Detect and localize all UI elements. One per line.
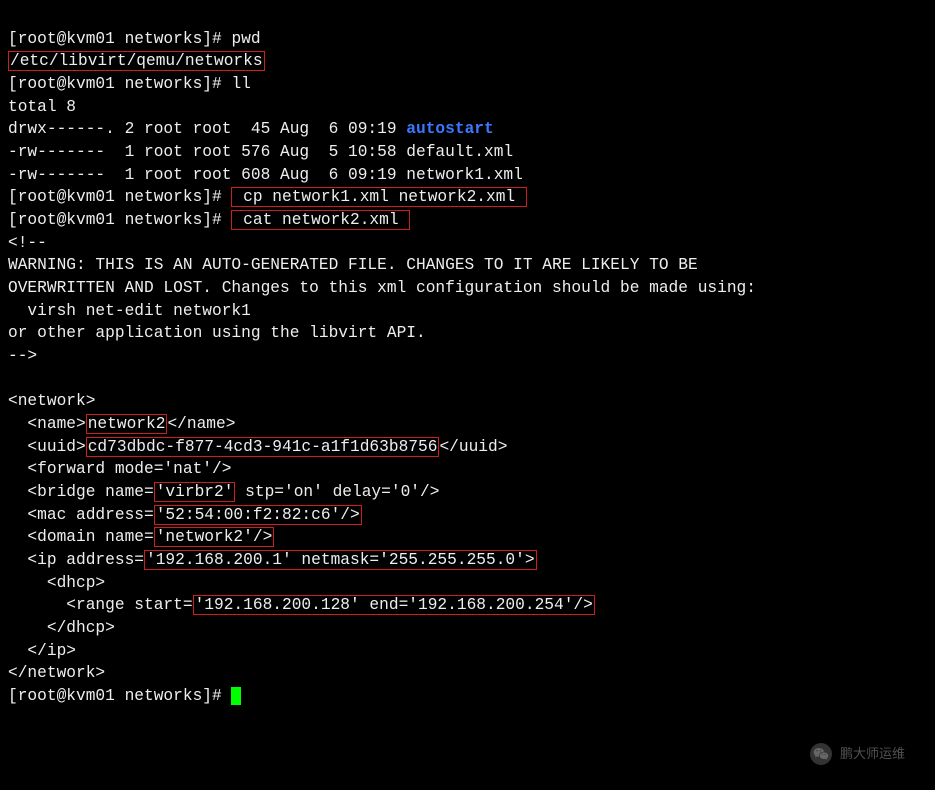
xml-warning: WARNING: THIS IS AN AUTO-GENERATED FILE.… xyxy=(8,256,698,274)
prompt: [root@kvm01 networks]# xyxy=(8,188,231,206)
cmd-cp: cp network1.xml network2.xml xyxy=(231,187,526,207)
xml-uuid: <uuid>cd73dbdc-f877-4cd3-941c-a1f1d63b87… xyxy=(8,437,507,457)
xml-forward: <forward mode='nat'/> xyxy=(8,460,231,478)
xml-warning: or other application using the libvirt A… xyxy=(8,324,426,342)
cmd-pwd: pwd xyxy=(231,30,260,48)
prompt: [root@kvm01 networks]# xyxy=(8,211,231,229)
cmd-cat: cat network2.xml xyxy=(231,210,410,230)
xml-dhcp-close: </dhcp> xyxy=(8,619,115,637)
xml-warning: virsh net-edit network1 xyxy=(8,302,251,320)
ll-row: drwx------. 2 root root 45 Aug 6 09:19 a… xyxy=(8,120,494,138)
prompt: [root@kvm01 networks]# xyxy=(8,75,231,93)
xml-domain: <domain name='network2'/> xyxy=(8,527,274,547)
ll-row: -rw------- 1 root root 576 Aug 5 10:58 d… xyxy=(8,143,513,161)
cmd-ll: ll xyxy=(231,75,250,93)
xml-name: <name>network2</name> xyxy=(8,414,235,434)
xml-ip-close: </ip> xyxy=(8,642,76,660)
xml-mac: <mac address='52:54:00:f2:82:c6'/> xyxy=(8,505,362,525)
ll-total: total 8 xyxy=(8,98,76,116)
wechat-icon xyxy=(810,743,832,765)
watermark: 鹏大师运维 xyxy=(810,743,905,765)
xml-comment-open: <!-- xyxy=(8,234,47,252)
pwd-output: /etc/libvirt/qemu/networks xyxy=(8,51,265,71)
watermark-text: 鹏大师运维 xyxy=(840,745,905,763)
xml-bridge: <bridge name='virbr2' stp='on' delay='0'… xyxy=(8,482,439,502)
xml-comment-close: --> xyxy=(8,347,37,365)
autostart-dir: autostart xyxy=(406,120,493,138)
prompt: [root@kvm01 networks]# xyxy=(8,30,231,48)
xml-range: <range start='192.168.200.128' end='192.… xyxy=(8,595,595,615)
xml-dhcp-open: <dhcp> xyxy=(8,574,105,592)
cursor xyxy=(231,687,241,705)
ll-row: -rw------- 1 root root 608 Aug 6 09:19 n… xyxy=(8,166,523,184)
terminal-output[interactable]: [root@kvm01 networks]# pwd /etc/libvirt/… xyxy=(8,5,927,708)
prompt: [root@kvm01 networks]# xyxy=(8,687,231,705)
xml-network-open: <network> xyxy=(8,392,95,410)
xml-warning: OVERWRITTEN AND LOST. Changes to this xm… xyxy=(8,279,756,297)
xml-ip: <ip address='192.168.200.1' netmask='255… xyxy=(8,550,537,570)
xml-network-close: </network> xyxy=(8,664,105,682)
